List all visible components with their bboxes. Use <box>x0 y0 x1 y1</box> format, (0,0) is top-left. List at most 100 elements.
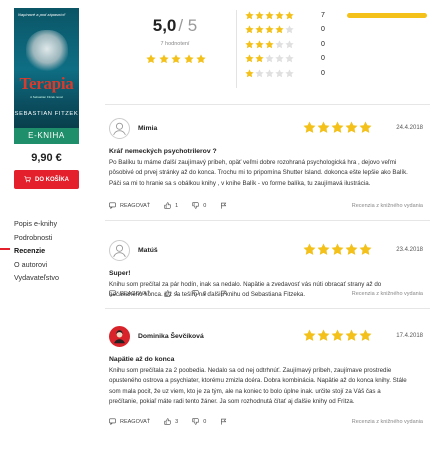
star-icon <box>285 69 294 78</box>
reply-button[interactable]: REAGOVAŤ <box>109 418 150 425</box>
star-icon <box>331 243 344 256</box>
divider <box>105 220 430 221</box>
dislike-button-label: 0 <box>203 418 207 425</box>
nav-item-podrobnosti[interactable]: Podrobnosti <box>14 231 104 245</box>
nav-item-vydavatelstvo[interactable]: Vydavateľstvo <box>14 271 104 285</box>
star-icon <box>275 40 284 49</box>
dislike-button[interactable]: 0 <box>192 418 206 425</box>
reply-button[interactable]: REAGOVAŤ <box>109 202 150 209</box>
reviewer-name: Matúš <box>138 247 158 254</box>
star-icon <box>255 54 264 63</box>
star-icon <box>359 243 372 256</box>
star-icon <box>285 54 294 63</box>
review-text: Knihu som prečítala za 2 poobedia. Nedal… <box>109 367 407 405</box>
like-button[interactable]: 3 <box>164 418 178 425</box>
like-button-label: 3 <box>175 418 179 425</box>
distribution-row-5-stars[interactable]: 7 <box>245 8 435 22</box>
score-value: 5,0 <box>152 16 177 35</box>
review-date: 17.4.2018 <box>396 333 423 339</box>
distribution-stars <box>245 25 311 34</box>
dislike-button[interactable]: 0 <box>192 290 206 297</box>
nav-item-popis[interactable]: Popis e-knihy <box>14 217 104 231</box>
report-button[interactable] <box>220 290 227 297</box>
review-stars <box>303 121 372 134</box>
like-button[interactable]: 1 <box>164 202 178 209</box>
star-icon <box>171 54 181 64</box>
review-title: Kráľ nemeckých psychotrilerov ? <box>109 148 217 155</box>
review-item: Dominika Ševčíková 17.4.2018 Napätie až do… <box>105 315 427 435</box>
distribution-bar <box>347 12 427 18</box>
reply-button-label: REAGOVAŤ <box>120 290 151 297</box>
star-icon <box>265 40 274 49</box>
comment-icon <box>109 202 116 209</box>
format-label: E-KNIHA <box>14 128 79 144</box>
distribution-count: 0 <box>321 69 325 77</box>
distribution-bar <box>347 27 427 33</box>
star-icon <box>265 25 274 34</box>
like-button[interactable]: 1 <box>164 290 178 297</box>
distribution-count: 0 <box>321 26 325 34</box>
star-icon <box>317 243 330 256</box>
cover-title: Terapia <box>19 74 74 93</box>
nav-item-o-autorovi[interactable]: O autorovi <box>14 258 104 272</box>
review-item: Matúš 23.4.2018 Super! Knihu som prečítal z… <box>105 229 427 307</box>
star-icon <box>359 121 372 134</box>
distribution-bar <box>347 70 427 76</box>
star-icon <box>183 54 194 64</box>
report-button[interactable] <box>220 202 227 209</box>
add-to-cart-label: DO KOŠÍKA <box>34 176 69 183</box>
star-icon <box>285 40 294 49</box>
like-button-label: 1 <box>175 290 179 297</box>
star-icon <box>285 25 294 34</box>
divider <box>105 308 430 309</box>
star-icon <box>146 54 156 64</box>
rating-count: 7 hodnotení <box>160 41 190 47</box>
star-icon <box>303 243 316 256</box>
reviewer-name: Dominika Ševčíková <box>138 333 204 340</box>
distribution-row-1-stars[interactable]: 0 <box>245 66 435 80</box>
star-icon <box>265 10 274 20</box>
distribution-stars <box>245 10 311 20</box>
distribution-bar <box>347 56 427 62</box>
avatar <box>109 118 130 139</box>
star-icon <box>255 40 264 49</box>
star-icon <box>303 329 316 342</box>
cover-face-image <box>26 30 68 72</box>
book-cover[interactable]: Napínavé a pod zápasníci! Terapia A Seba… <box>14 8 79 144</box>
star-icon <box>317 329 330 342</box>
review-source: Recenzia z knižného vydania <box>351 419 423 425</box>
distribution-count: 0 <box>321 40 325 48</box>
dislike-button-label: 0 <box>203 290 207 297</box>
distribution-stars <box>245 54 311 63</box>
summary-stars <box>146 54 206 64</box>
star-icon <box>331 329 344 342</box>
active-nav-marker <box>0 248 10 250</box>
star-icon <box>285 10 294 20</box>
distribution-row-2-stars[interactable]: 0 <box>245 52 435 66</box>
star-icon <box>345 121 358 134</box>
distribution-row-3-stars[interactable]: 0 <box>245 37 435 51</box>
review-stars <box>303 329 372 342</box>
star-icon <box>303 121 316 134</box>
nav-item-recenzie[interactable]: Recenzie <box>14 244 104 258</box>
dislike-button[interactable]: 0 <box>192 202 206 209</box>
reply-button[interactable]: REAGOVAŤ <box>109 290 150 297</box>
comment-icon <box>109 418 116 425</box>
distribution-row-4-stars[interactable]: 0 <box>245 23 435 37</box>
flag-icon <box>220 418 227 425</box>
review-date: 24.4.2018 <box>396 125 423 131</box>
star-icon <box>255 10 264 20</box>
star-icon <box>275 69 284 78</box>
star-icon <box>158 54 169 64</box>
cart-icon <box>24 176 31 183</box>
thumbs-down-icon <box>192 202 200 209</box>
report-button[interactable] <box>220 418 227 425</box>
star-icon <box>245 69 254 78</box>
thumbs-up-icon <box>164 418 172 425</box>
star-icon <box>196 54 206 64</box>
distribution-count: 0 <box>321 55 325 63</box>
price: 9,90 € <box>31 152 62 164</box>
review-actions: REAGOVAŤ 3 0 <box>109 418 241 425</box>
star-icon <box>245 54 254 63</box>
add-to-cart-button[interactable]: DO KOŠÍKA <box>14 170 79 189</box>
